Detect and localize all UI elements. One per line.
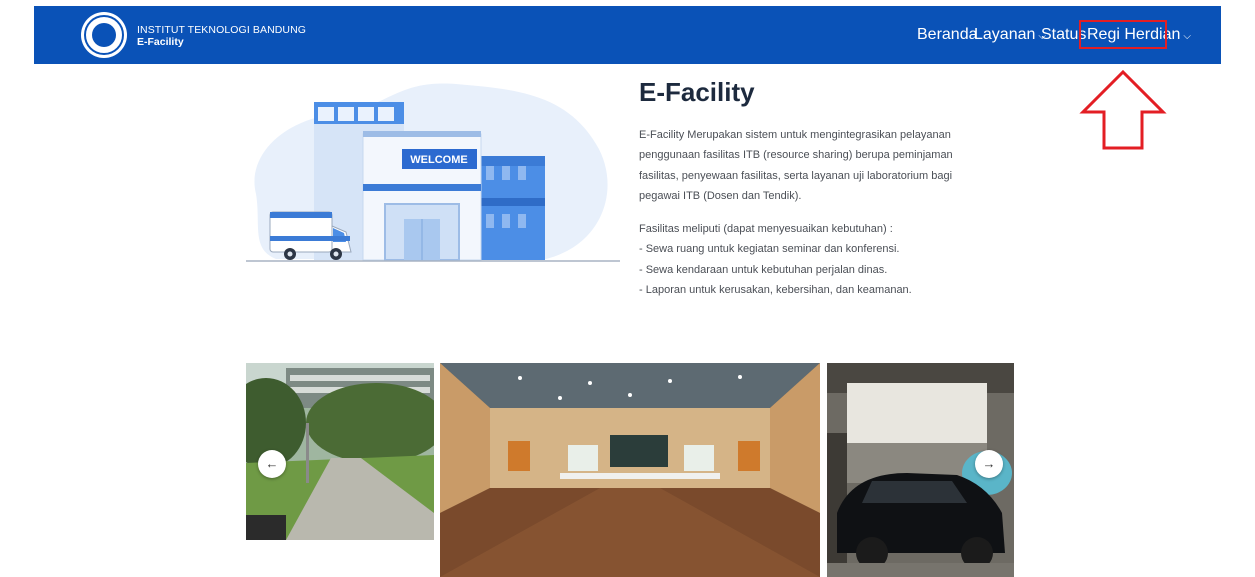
page: INSTITUT TEKNOLOGI BANDUNG E-Facility Be… (0, 0, 1255, 577)
facility-item: - Sewa ruang untuk kegiatan seminar dan … (639, 243, 900, 256)
carousel-prev-button[interactable]: ← (258, 450, 286, 478)
itb-logo[interactable] (81, 12, 127, 58)
facilities-list: Fasilitas meliputi (dapat menyesuaikan k… (639, 219, 999, 300)
welcome-sign: WELCOME (410, 154, 467, 166)
hall-photo (440, 363, 820, 577)
facilities-intro: Fasilitas meliputi (dapat menyesuaikan k… (639, 223, 893, 235)
logo-emblem (92, 23, 116, 47)
carousel-slide-hall[interactable] (440, 363, 820, 577)
nav-layanan-label: Layanan (974, 26, 1036, 43)
brand[interactable]: INSTITUT TEKNOLOGI BANDUNG E-Facility (137, 24, 306, 48)
nav-beranda-label: Beranda (917, 26, 978, 43)
facility-item: - Laporan untuk kerusakan, kebersihan, d… (639, 283, 912, 296)
arrow-left-icon: ← (265, 456, 279, 471)
building-illustration: WELCOME (246, 83, 620, 262)
app-name: E-Facility (137, 36, 184, 48)
annotation-up-arrow-icon (1079, 70, 1167, 150)
institution-name: INSTITUT TEKNOLOGI BANDUNG (137, 24, 307, 36)
top-navbar: INSTITUT TEKNOLOGI BANDUNG E-Facility Be… (34, 6, 1221, 64)
nav-layanan[interactable]: Layanan ⌵ (974, 6, 1046, 64)
highlight-box (1079, 20, 1167, 49)
carousel-next-button[interactable]: → (975, 450, 1003, 478)
nav-beranda[interactable]: Beranda (917, 6, 978, 64)
arrow-right-icon: → (982, 456, 996, 471)
page-title: E-Facility (639, 77, 755, 107)
chevron-down-icon: ⌵ (1183, 31, 1191, 42)
facility-item: - Sewa kendaraan untuk kebutuhan perjala… (639, 263, 888, 276)
description: E-Facility Merupakan sistem untuk mengin… (639, 129, 953, 202)
